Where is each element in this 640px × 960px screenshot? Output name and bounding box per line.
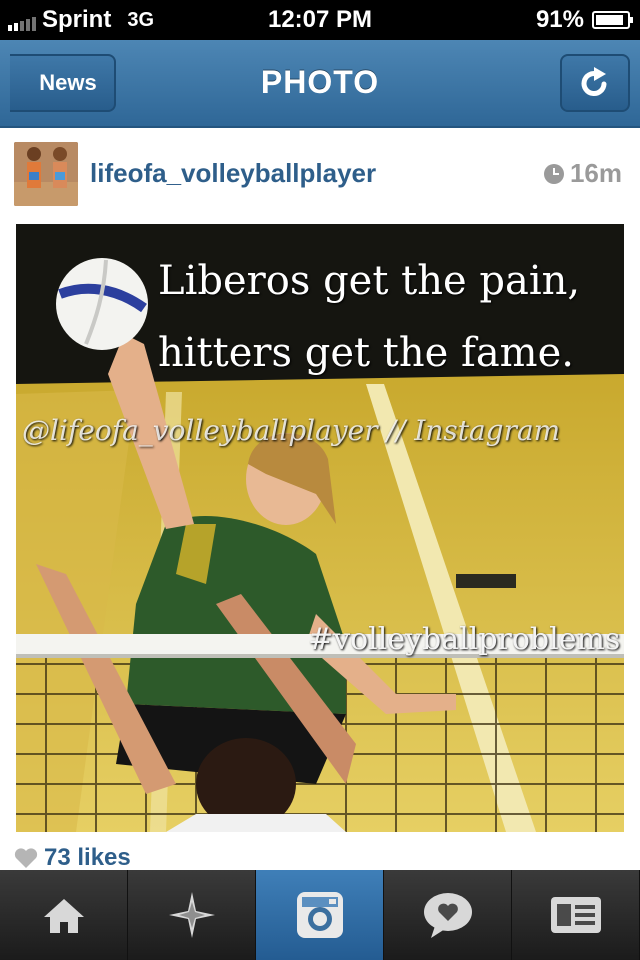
photo-watermark: @lifeofa_volleyballplayer // Instagram xyxy=(22,414,561,447)
activity-icon xyxy=(423,893,472,938)
photo-caption-line-2: hitters get the fame. xyxy=(158,330,574,376)
likes-label: 73 likes xyxy=(44,844,131,871)
heart-icon xyxy=(14,848,38,868)
battery-icon xyxy=(592,11,633,29)
post-timestamp: 16m xyxy=(543,158,622,189)
tab-bar xyxy=(0,870,640,960)
navigation-bar: News PHOTO xyxy=(0,40,640,128)
battery-percent: 91% xyxy=(535,6,584,33)
explore-icon xyxy=(168,892,215,938)
photo-hashtag: #volleyballproblems xyxy=(308,622,621,657)
post-header: lifeofa_volleyballplayer 16m xyxy=(0,130,640,220)
tab-camera[interactable] xyxy=(256,870,384,960)
refresh-button[interactable] xyxy=(560,54,630,112)
home-icon xyxy=(43,899,84,933)
avatar-image xyxy=(14,142,78,206)
photo-caption-line-1: Liberos get the pain, xyxy=(158,258,581,304)
likes-count[interactable]: 73 likes xyxy=(14,844,131,872)
camera-icon xyxy=(296,892,343,938)
volleyball-photo-illustration xyxy=(16,224,624,832)
clock-icon xyxy=(543,163,564,184)
refresh-icon xyxy=(581,67,607,97)
page-title: PHOTO xyxy=(260,64,380,100)
status-bar: Sprint 3G 12:07 PM 91% xyxy=(0,0,640,40)
time-ago-label: 16m xyxy=(569,158,622,188)
profile-icon xyxy=(550,897,601,933)
status-right: 91% xyxy=(535,6,633,34)
tab-explore[interactable] xyxy=(128,870,256,960)
tab-home[interactable] xyxy=(0,870,128,960)
username-link[interactable]: lifeofa_volleyballplayer xyxy=(90,158,376,189)
post-photo[interactable]: Liberos get the pain, hitters get the fa… xyxy=(16,224,624,832)
battery-fill xyxy=(596,15,623,25)
tab-profile[interactable] xyxy=(512,870,640,960)
avatar[interactable] xyxy=(14,142,78,206)
tab-activity[interactable] xyxy=(384,870,512,960)
